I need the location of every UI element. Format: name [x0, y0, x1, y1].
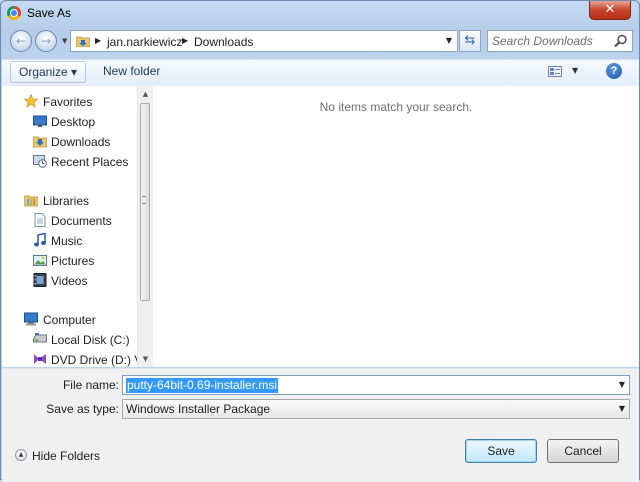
breadcrumb-separator-icon[interactable]: ▶ [182, 36, 188, 45]
sidebar-item-downloads[interactable]: Downloads [2, 133, 137, 151]
navigation-pane-scrollbar[interactable]: ▲ ▼ [137, 86, 153, 367]
sidebar-item-label: Favorites [43, 95, 93, 109]
computer-icon [24, 312, 38, 326]
sidebar-item-pictures[interactable]: Pictures [2, 252, 137, 270]
sidebar-item-label: Desktop [51, 115, 96, 129]
file-name-value[interactable]: putty-64bit-0.69-installer.msi [126, 378, 279, 393]
sidebar-item-music[interactable]: Music [2, 232, 137, 250]
command-bar: Organize ▾ New folder ▼ ? [2, 59, 639, 87]
empty-results-message: No items match your search. [319, 100, 473, 114]
recent-locations-dropdown-icon[interactable]: ▼ [62, 37, 67, 45]
refresh-button[interactable]: ⇆ [459, 30, 481, 52]
file-list-pane[interactable]: No items match your search. [153, 86, 639, 367]
sidebar-item-dvd-drive[interactable]: DVD Drive (D:) VS [2, 351, 137, 367]
documents-icon [34, 213, 46, 227]
search-icon[interactable] [614, 34, 628, 48]
address-dropdown-icon[interactable]: ▼ [446, 36, 452, 45]
title-bar[interactable]: Save As ✕ [1, 1, 639, 25]
save-as-type-select[interactable]: Windows Installer Package ▼ [122, 399, 630, 419]
file-name-label: File name: [62, 378, 119, 392]
file-name-field[interactable]: putty-64bit-0.69-installer.msi ▼ [122, 375, 630, 395]
file-name-dropdown-icon[interactable]: ▼ [619, 380, 625, 389]
organize-button[interactable]: Organize ▾ [10, 61, 87, 83]
sidebar-item-videos[interactable]: Videos [2, 272, 137, 290]
chrome-icon [7, 6, 21, 20]
change-view-icon[interactable] [548, 66, 562, 77]
local-disk-icon [33, 333, 47, 343]
videos-icon [33, 273, 47, 287]
sidebar-item-label: Computer [43, 313, 96, 327]
help-icon[interactable]: ? [606, 63, 622, 79]
scroll-down-icon[interactable]: ▼ [138, 351, 153, 367]
sidebar-item-label: Local Disk (C:) [51, 333, 130, 347]
sidebar-item-libraries[interactable]: Libraries [2, 192, 137, 210]
sidebar-item-documents[interactable]: Documents [2, 212, 137, 230]
scroll-up-icon[interactable]: ▲ [138, 86, 153, 102]
search-box[interactable] [487, 30, 633, 52]
forward-arrow-icon: → [40, 34, 52, 48]
favorites-star-icon [24, 94, 38, 108]
libraries-icon [24, 195, 38, 207]
cancel-button[interactable]: Cancel [547, 439, 619, 463]
pictures-icon [33, 255, 47, 266]
refresh-icon: ⇆ [464, 33, 476, 48]
sidebar-item-label: DVD Drive (D:) VS [51, 353, 137, 367]
save-as-type-value: Windows Installer Package [126, 402, 271, 416]
back-button[interactable]: ← [10, 30, 32, 52]
sidebar-item-label: Videos [51, 274, 88, 288]
music-icon [34, 233, 46, 247]
folder-downloads-icon [76, 36, 90, 47]
sidebar-item-label: Documents [51, 214, 112, 228]
scrollbar-grip-icon [142, 196, 146, 204]
window-title: Save As [27, 6, 72, 20]
recent-places-icon [33, 155, 47, 168]
forward-button[interactable]: → [35, 30, 57, 52]
sidebar-item-label: Pictures [51, 254, 95, 268]
sidebar-item-recent-places[interactable]: Recent Places [2, 153, 137, 171]
sidebar-item-computer[interactable]: Computer [2, 311, 137, 329]
sidebar-item-label: Downloads [51, 135, 111, 149]
close-icon: ✕ [604, 2, 616, 17]
downloads-icon [33, 136, 47, 148]
search-input[interactable] [492, 33, 610, 49]
save-form: File name: putty-64bit-0.69-installer.ms… [2, 368, 639, 482]
save-as-dialog: Save As ✕ ← → ▼ ▶ jan.narkiewicz ▶ Downl… [0, 0, 640, 482]
address-bar[interactable]: ▶ jan.narkiewicz ▶ Downloads ▼ [70, 30, 458, 52]
save-as-type-dropdown-icon[interactable]: ▼ [619, 404, 625, 413]
breadcrumb-separator-icon[interactable]: ▶ [95, 36, 101, 45]
view-options-dropdown-icon[interactable]: ▼ [572, 66, 578, 75]
breadcrumb-item-downloads[interactable]: Downloads [194, 35, 253, 49]
close-button[interactable]: ✕ [589, 1, 631, 20]
sidebar-item-local-disk[interactable]: Local Disk (C:) [2, 331, 137, 349]
desktop-icon [33, 115, 47, 127]
navigation-bar: ← → ▼ ▶ jan.narkiewicz ▶ Downloads ▼ ⇆ [1, 28, 639, 56]
new-folder-button[interactable]: New folder [95, 61, 168, 83]
dvd-drive-icon [34, 354, 46, 364]
navigation-pane: Favorites Desktop Downloads Recent Place… [2, 86, 137, 367]
sidebar-item-label: Libraries [43, 194, 90, 208]
browser-area: Favorites Desktop Downloads Recent Place… [2, 86, 639, 367]
sidebar-item-label: Music [51, 234, 83, 248]
sidebar-item-label: Recent Places [51, 155, 129, 169]
back-arrow-icon: ← [15, 34, 27, 48]
breadcrumb-item-user[interactable]: jan.narkiewicz [107, 35, 182, 49]
chevron-up-icon: ▲ [15, 449, 27, 461]
save-button[interactable]: Save [465, 439, 537, 463]
hide-folders-label: Hide Folders [32, 449, 101, 463]
sidebar-item-desktop[interactable]: Desktop [2, 113, 137, 131]
save-as-type-label: Save as type: [46, 402, 119, 416]
sidebar-item-favorites[interactable]: Favorites [2, 93, 137, 111]
